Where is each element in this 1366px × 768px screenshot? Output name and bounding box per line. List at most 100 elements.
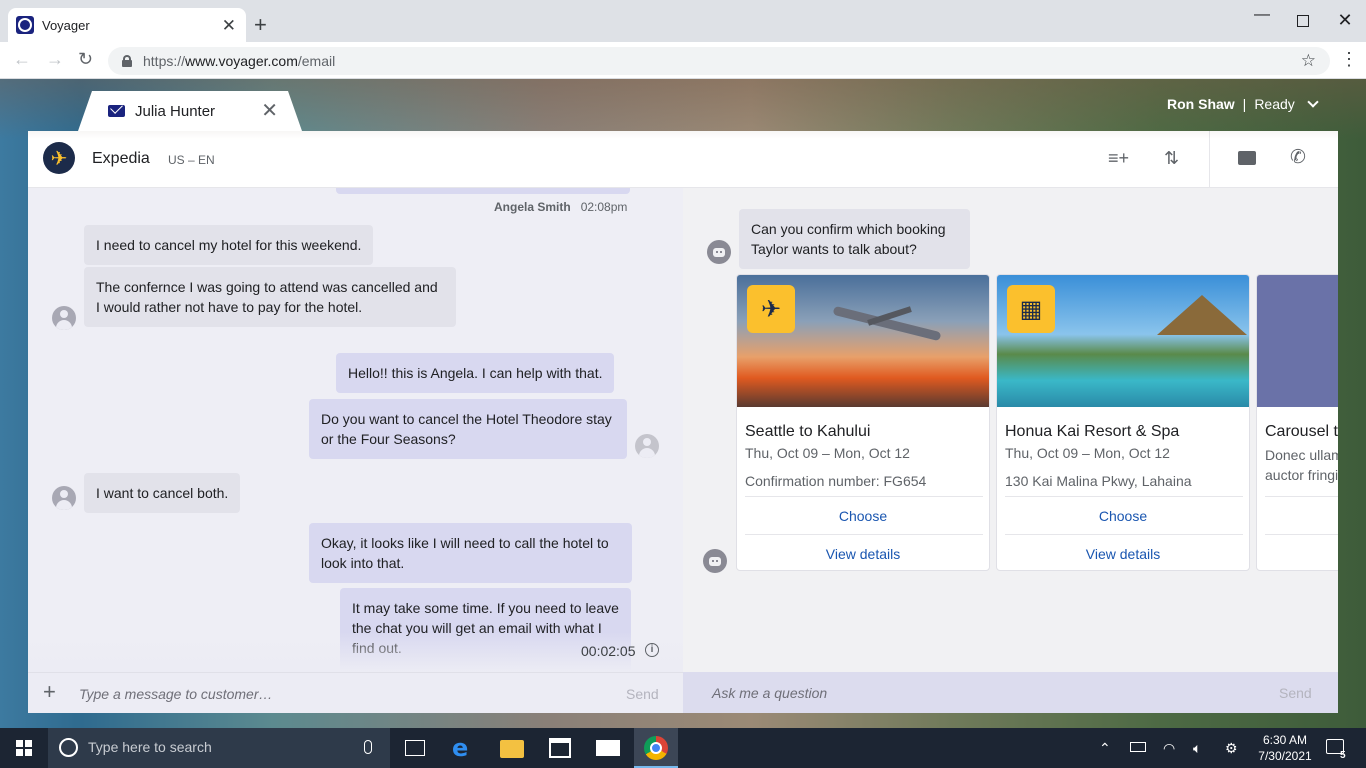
assistant-question-input[interactable]: Ask me a question Send bbox=[683, 672, 1338, 713]
url-scheme: https:// bbox=[143, 53, 186, 69]
header-divider bbox=[1209, 131, 1210, 188]
back-arrow-icon[interactable]: ← bbox=[13, 50, 31, 68]
view-details-link[interactable]: View details bbox=[997, 546, 1249, 562]
send-to-customer-button[interactable]: Send bbox=[626, 686, 659, 702]
chevron-up-icon[interactable]: ⌃ bbox=[1099, 739, 1111, 757]
customer-message-input[interactable]: + Type a message to customer… Send bbox=[28, 672, 683, 713]
ask-send-button[interactable]: Send bbox=[1279, 685, 1312, 701]
customer-message: I want to cancel both. bbox=[84, 473, 241, 513]
close-tab-icon[interactable]: ✕ bbox=[222, 17, 236, 34]
volume-icon[interactable]: 🔈︎ bbox=[1193, 739, 1201, 757]
customer-avatar bbox=[52, 306, 76, 330]
card-dates: Thu, Oct 09 – Mon, Oct 12 bbox=[745, 445, 910, 461]
page-background: Julia Hunter ✕ Ron Shaw | Ready ✈ Expedi… bbox=[0, 79, 1366, 728]
customer-message: The confernce I was going to attend was … bbox=[84, 267, 456, 327]
wifi-icon[interactable]: ◠ bbox=[1163, 739, 1175, 757]
card-divider bbox=[1265, 534, 1338, 535]
card-dates: Thu, Oct 09 – Mon, Oct 12 bbox=[1005, 445, 1170, 461]
card-divider bbox=[1005, 534, 1243, 535]
card-dates: Donec ullam bbox=[1265, 447, 1338, 463]
assistant-panel: Can you confirm which booking Taylor wan… bbox=[683, 188, 1338, 672]
brand-locale: US – EN bbox=[168, 153, 215, 167]
card-address: 130 Kai Malina Pkwy, Lahaina bbox=[1005, 473, 1192, 489]
input-bar: + Type a message to customer… Send Ask m… bbox=[28, 672, 1338, 713]
assistant-input-placeholder: Ask me a question bbox=[712, 685, 828, 701]
card-title: Carousel t bbox=[1265, 423, 1338, 440]
settings-gear-icon[interactable]: ⚙ bbox=[1225, 739, 1238, 757]
mail-app-icon[interactable] bbox=[596, 740, 620, 756]
close-window-icon[interactable]: ✕ bbox=[1335, 10, 1355, 31]
maximize-icon[interactable] bbox=[1293, 10, 1313, 27]
voyager-favicon-icon bbox=[16, 16, 34, 34]
card-divider bbox=[1005, 496, 1243, 497]
choose-button[interactable]: Choose bbox=[737, 508, 989, 524]
clock-date: 7/30/2021 bbox=[1258, 749, 1312, 763]
url-host: www.voyager.com bbox=[185, 53, 298, 69]
new-tab-icon[interactable]: + bbox=[254, 14, 267, 36]
customer-input-placeholder: Type a message to customer… bbox=[79, 686, 273, 702]
customer-message: I need to cancel my hotel for this weeke… bbox=[84, 225, 374, 265]
message-meta: Angela Smith 02:08pm bbox=[494, 200, 627, 214]
edge-icon[interactable]: e bbox=[452, 736, 476, 760]
task-view-icon[interactable] bbox=[405, 740, 425, 756]
cortana-icon bbox=[59, 738, 78, 757]
agent-message: Hello!! this is Angela. I can help with … bbox=[336, 353, 615, 393]
customer-tab[interactable]: Julia Hunter ✕ bbox=[78, 91, 302, 131]
bookmark-star-icon[interactable]: ☆ bbox=[1301, 51, 1316, 71]
clock-time: 6:30 AM bbox=[1262, 733, 1308, 747]
browser-tab-title: Voyager bbox=[42, 17, 90, 33]
taskbar-clock[interactable]: 6:30 AM 7/30/2021 bbox=[1255, 732, 1315, 764]
expedia-logo-icon: ✈ bbox=[43, 142, 75, 174]
file-explorer-icon[interactable] bbox=[500, 740, 524, 758]
microphone-icon[interactable] bbox=[364, 740, 372, 754]
taskbar-search[interactable]: Type here to search bbox=[48, 728, 390, 768]
notification-count: 5 bbox=[1340, 750, 1346, 761]
card-divider bbox=[745, 534, 983, 535]
close-customer-tab-icon[interactable]: ✕ bbox=[261, 101, 278, 121]
swap-vert-icon[interactable]: ⇅ bbox=[1164, 148, 1179, 169]
choose-button[interactable]: Choose bbox=[997, 508, 1249, 524]
address-bar[interactable]: https://www.voyager.com/email ☆ bbox=[108, 47, 1330, 75]
battery-icon[interactable] bbox=[1130, 742, 1146, 752]
message-time: 02:08pm bbox=[580, 200, 628, 214]
windows-taskbar: Type here to search e ⌃ ◠ 🔈︎ ⚙ 6:30 AM 7… bbox=[0, 728, 1366, 768]
agent-status-menu[interactable]: Ron Shaw | Ready bbox=[1167, 96, 1319, 112]
url-path: /email bbox=[297, 53, 336, 69]
lock-icon bbox=[122, 55, 132, 67]
card-divider bbox=[745, 496, 983, 497]
chat-timer: 00:02:05 bbox=[581, 643, 636, 659]
add-attachment-icon[interactable]: + bbox=[43, 681, 56, 703]
agent-message: Do you want to cancel the Hotel Theodore… bbox=[309, 399, 627, 459]
view-details-link[interactable]: View details bbox=[737, 546, 989, 562]
forward-arrow-icon[interactable]: → bbox=[46, 50, 64, 68]
info-icon[interactable]: i bbox=[645, 643, 659, 657]
booking-card-hotel[interactable]: ▦ Honua Kai Resort & Spa Thu, Oct 09 – M… bbox=[996, 274, 1250, 571]
agent-status: Ready bbox=[1254, 96, 1295, 112]
customer-tab-name: Julia Hunter bbox=[135, 102, 216, 120]
minimize-icon[interactable]: — bbox=[1252, 6, 1272, 24]
store-icon[interactable] bbox=[549, 738, 571, 758]
chevron-down-icon[interactable] bbox=[1307, 96, 1319, 108]
sender-name: Angela Smith bbox=[494, 200, 571, 214]
city-illustration bbox=[1257, 275, 1338, 407]
email-icon[interactable] bbox=[1238, 151, 1256, 165]
chat-transcript[interactable]: Angela Smith 02:08pm I need to cancel my … bbox=[28, 188, 683, 672]
playlist-add-icon[interactable]: ≡+ bbox=[1108, 148, 1129, 169]
booking-card-flight[interactable]: ✈ Seattle to Kahului Thu, Oct 09 – Mon, … bbox=[736, 274, 990, 571]
agent-name: Ron Shaw bbox=[1167, 96, 1235, 112]
windows-start-icon[interactable] bbox=[16, 740, 32, 756]
browser-tab[interactable]: Voyager ✕ bbox=[8, 8, 246, 42]
card-meta: auctor fringi bbox=[1265, 467, 1338, 483]
booking-card-partial[interactable]: Carousel t Donec ullam auctor fringi bbox=[1256, 274, 1338, 571]
building-icon: ▦ bbox=[1007, 285, 1055, 333]
airplane-graphic bbox=[832, 305, 942, 342]
chrome-taskbar-button[interactable] bbox=[634, 728, 678, 768]
browser-toolbar: ← → ↻ https://www.voyager.com/email ☆ ⋮ bbox=[0, 42, 1366, 79]
previous-agent-bubble bbox=[336, 188, 630, 194]
workspace-header: ✈ Expedia US – EN ≡+ ⇅ ✆ bbox=[28, 131, 1338, 188]
status-separator: | bbox=[1242, 96, 1247, 112]
browser-menu-icon[interactable]: ⋮ bbox=[1340, 50, 1358, 68]
reload-icon[interactable]: ↻ bbox=[78, 50, 93, 68]
phone-icon[interactable]: ✆ bbox=[1290, 146, 1306, 169]
mail-icon bbox=[108, 105, 125, 117]
